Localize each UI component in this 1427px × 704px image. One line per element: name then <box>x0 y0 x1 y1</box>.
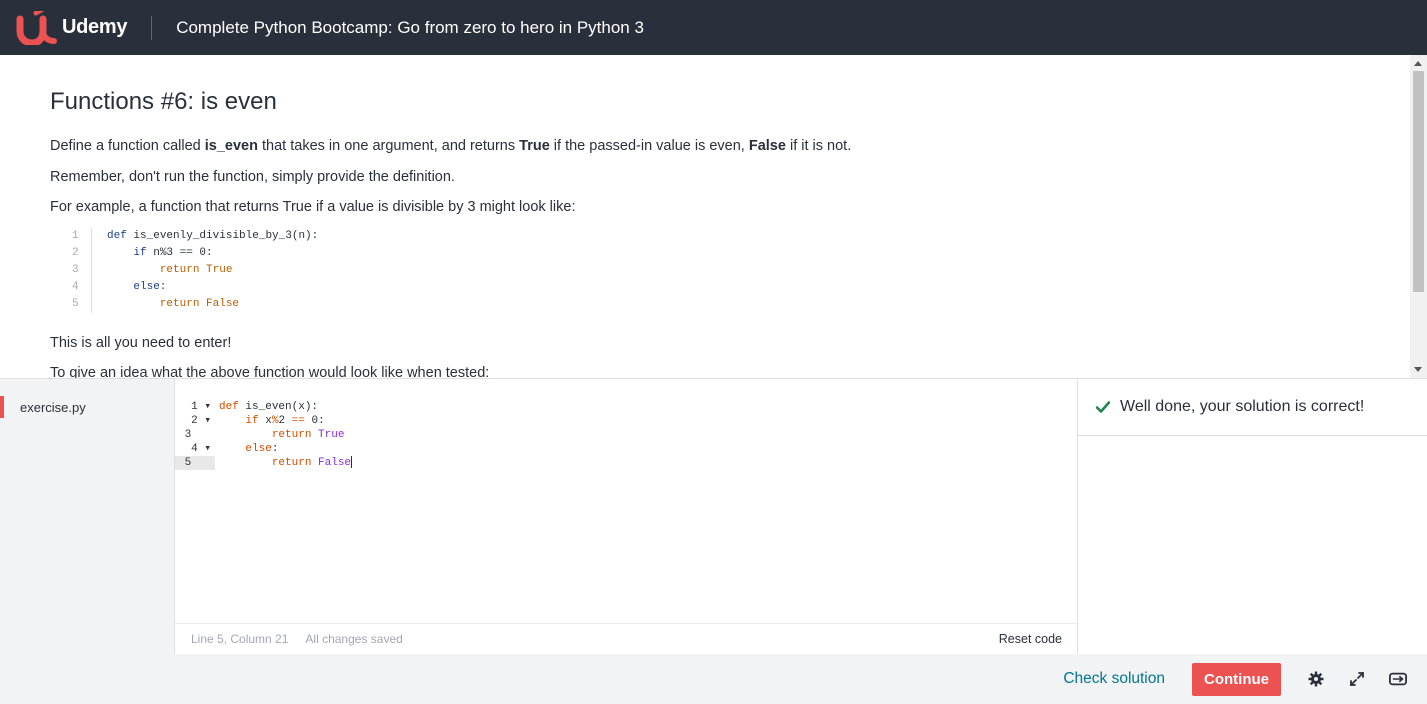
editor-code[interactable]: return False <box>215 456 353 470</box>
layout-toggle-icon-svg <box>1389 672 1407 686</box>
instruction-paragraph: Define a function called is_even that ta… <box>50 136 1360 156</box>
file-name: exercise.py <box>20 399 86 415</box>
file-tab-exercise[interactable]: exercise.py <box>0 393 174 421</box>
scrollbar-thumb[interactable] <box>1413 71 1424 292</box>
gear-icon-svg <box>1308 671 1324 687</box>
sample-code-block: 1 2 3 4 5 def is_evenly_divisible_by_3(n… <box>64 227 1360 313</box>
scroll-up-icon[interactable] <box>1414 61 1422 66</box>
line-number: 3 <box>184 429 192 441</box>
instruction-paragraph: Remember, don't run the function, simply… <box>50 168 455 185</box>
fold-arrow-icon[interactable]: ▾ <box>204 442 211 456</box>
line-number: 3 <box>72 263 79 276</box>
instructions-scrollbar[interactable] <box>1410 55 1427 378</box>
sample-code: def is_evenly_divisible_by_3(n): if n%3 … <box>92 228 318 313</box>
active-indicator <box>0 396 4 418</box>
fold-arrow-icon[interactable]: ▾ <box>204 400 211 414</box>
sample-line-numbers: 1 2 3 4 5 <box>64 227 92 313</box>
code-line: return True <box>159 263 233 276</box>
save-status: All changes saved <box>305 632 403 646</box>
cursor-position: Line 5, Column 21 <box>191 632 289 646</box>
text-segment: if the passed-in value is even, <box>549 138 749 154</box>
editor-line[interactable]: 1 ▾ def is_even(x): <box>175 400 1078 414</box>
code-line: def is_evenly_divisible_by_3(n): <box>107 229 319 242</box>
instruction-paragraph: This is all you need to enter! <box>50 334 232 351</box>
scroll-down-icon[interactable] <box>1414 367 1422 372</box>
course-title[interactable]: Complete Python Bootcamp: Go from zero t… <box>176 18 644 38</box>
editor-code[interactable]: if x%2 == 0: <box>215 414 324 428</box>
editor-status-bar: Line 5, Column 21 All changes saved Rese… <box>175 623 1078 654</box>
editor-line-active[interactable]: 5 return False <box>175 456 1078 470</box>
layout-toggle-icon[interactable] <box>1389 670 1407 688</box>
code-line: return False <box>159 297 240 310</box>
code-line: else: <box>133 280 167 293</box>
editor-line[interactable]: 4 ▾ else: <box>175 442 1078 456</box>
header-divider <box>151 15 153 40</box>
line-number: 5 <box>184 457 192 469</box>
editor-line[interactable]: 2 ▾ if x%2 == 0: <box>175 414 1078 428</box>
text-segment: that takes in one argument, and returns <box>257 138 520 154</box>
text-segment: Define a function called <box>50 138 205 154</box>
text-segment: if it is not. <box>785 138 852 154</box>
editor-line-number: 2 ▾ <box>175 414 215 428</box>
line-number: 2 <box>191 415 198 427</box>
line-number: 2 <box>72 246 79 259</box>
instruction-paragraph: For example, a function that returns Tru… <box>50 199 576 215</box>
code-editor[interactable]: 1 ▾ def is_even(x): 2 ▾ if x%2 == 0: 3 r… <box>175 379 1078 623</box>
editor-line-number: 4 ▾ <box>175 442 215 456</box>
line-number: 1 <box>191 401 198 413</box>
check-solution-button[interactable]: Check solution <box>1063 670 1165 688</box>
expand-icon[interactable] <box>1348 670 1366 688</box>
line-number: 1 <box>72 229 79 242</box>
editor-code[interactable]: return True <box>215 428 345 442</box>
exercise-title: Functions #6: is even <box>50 88 277 115</box>
gear-icon[interactable] <box>1307 670 1325 688</box>
bold-text: True <box>519 138 550 154</box>
editor-line-number: 1 ▾ <box>175 400 215 414</box>
result-message: Well done, your solution is correct! <box>1078 379 1427 436</box>
editor-line-number: 3 <box>175 428 215 442</box>
editor-line-number: 5 <box>175 456 215 470</box>
brand-name: Udemy <box>62 16 128 38</box>
success-text: Well done, your solution is correct! <box>1120 398 1365 415</box>
editor-line[interactable]: 3 return True <box>175 428 1078 442</box>
reset-code-button[interactable]: Reset code <box>999 632 1062 646</box>
expand-icon-svg <box>1350 672 1364 686</box>
footer-toolbar: Check solution Continue <box>0 654 1427 704</box>
instructions-pane: Functions #6: is even Define a function … <box>0 55 1427 378</box>
continue-button[interactable]: Continue <box>1192 662 1281 696</box>
editor-code[interactable]: else: <box>215 442 278 456</box>
bold-text: False <box>748 138 786 154</box>
editor-code[interactable]: def is_even(x): <box>215 400 318 414</box>
check-icon <box>1096 401 1110 413</box>
udemy-logo[interactable]: Udemy <box>0 0 128 55</box>
line-number: 4 <box>191 443 198 455</box>
top-bar: Udemy Complete Python Bootcamp: Go from … <box>0 0 1427 55</box>
result-pane: Well done, your solution is correct! <box>1077 379 1427 654</box>
udemy-logo-icon <box>16 10 57 45</box>
line-number: 4 <box>72 280 79 293</box>
text-cursor <box>351 456 353 469</box>
code-line: if n%3 == 0: <box>133 246 213 259</box>
instruction-paragraph: To give an idea what the above function … <box>50 365 490 378</box>
fold-arrow-icon[interactable]: ▾ <box>204 414 211 428</box>
file-list: exercise.py <box>0 379 175 654</box>
line-number: 5 <box>72 297 79 310</box>
bold-text: is_even <box>204 138 258 154</box>
